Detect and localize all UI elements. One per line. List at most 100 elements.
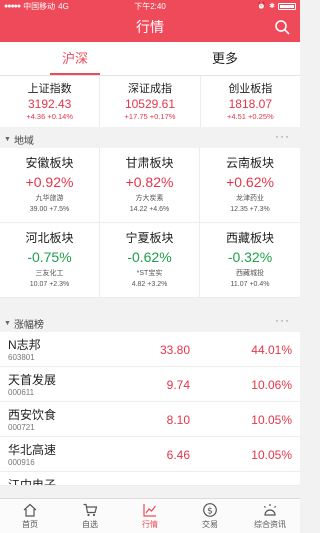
cart-icon xyxy=(83,503,98,517)
nav-watchlist[interactable]: 自选 xyxy=(60,499,120,533)
leading-change: +4.6% xyxy=(149,206,170,213)
nav-news[interactable]: 综合资讯 xyxy=(240,499,300,533)
sector-change: -0.62% xyxy=(127,249,172,265)
leading-change: +0.4% xyxy=(249,281,270,288)
section-title: 涨幅榜 xyxy=(13,319,44,331)
sector-card[interactable]: 安徽板块 +0.92% 九华旅游 39.00 +7.5% xyxy=(0,148,100,223)
nav-label: 自选 xyxy=(82,520,98,529)
gainers-list: N志邦 603801 33.80 44.01% 天首发展 000611 9.74… xyxy=(0,332,300,486)
leading-price: 11.07 xyxy=(230,281,248,288)
list-item[interactable]: N志邦 603801 33.80 44.01% xyxy=(0,332,300,367)
index-value: 1818.07 xyxy=(228,97,273,111)
leading-change: +7.5% xyxy=(49,206,70,213)
more-options-icon[interactable]: ··· xyxy=(275,130,290,142)
index-summary: 上证指数 3192.43 +4.36 +0.14% 深证成指 10529.61 … xyxy=(0,76,300,127)
leading-price: 12.35 xyxy=(230,206,248,213)
stock-name: 华北高速 xyxy=(8,443,57,457)
leading-price: 39.00 xyxy=(29,206,48,213)
index-name: 创业板指 xyxy=(228,83,273,95)
index-card-shenzhen[interactable]: 深证成指 10529.61 +17.75 +0.17% xyxy=(100,76,201,127)
gainers-section-header[interactable]: ▼ 涨幅榜 ··· xyxy=(0,314,300,332)
index-change: +4.36 +0.14% xyxy=(26,112,74,121)
battery-icon xyxy=(278,2,296,10)
nav-label: 综合资讯 xyxy=(254,520,286,529)
stock-change-percent: 10.05% xyxy=(251,448,292,462)
stock-code: 000721 xyxy=(8,423,35,432)
sector-name: 安徽板块 xyxy=(25,156,74,170)
app-header: ●●●●● 中国移动 4G 下午2:40 ⏰ ✱ 行情 xyxy=(0,0,300,42)
sector-card[interactable]: 宁夏板块 -0.62% *ST宝实 4.82 +3.2% xyxy=(100,223,200,298)
sector-name: 河北板块 xyxy=(25,231,74,245)
tab-shanghai-shenzhen[interactable]: 沪深 xyxy=(0,42,150,75)
more-options-icon[interactable]: ··· xyxy=(275,314,290,326)
tab-more[interactable]: 更多 xyxy=(150,42,300,75)
index-value: 3192.43 xyxy=(27,97,72,111)
sector-change: +0.62% xyxy=(226,174,274,190)
index-name: 上证指数 xyxy=(27,83,72,95)
sector-card[interactable]: 云南板块 +0.62% 龙津药业 12.35 +7.3% xyxy=(200,148,300,223)
sector-name: 宁夏板块 xyxy=(125,231,174,245)
nav-label: 行情 xyxy=(142,520,158,529)
clock: 下午2:40 xyxy=(134,2,166,11)
index-change: +4.51 +0.25% xyxy=(226,112,274,121)
leading-stock: 西藏城投 xyxy=(236,270,264,277)
stock-price: 6.46 xyxy=(166,448,190,462)
collapse-caret-icon: ▼ xyxy=(4,319,11,327)
status-bar: ●●●●● 中国移动 4G 下午2:40 ⏰ ✱ xyxy=(0,0,300,12)
sector-card[interactable]: 西藏板块 -0.32% 西藏城投 11.07 +0.4% xyxy=(200,223,300,298)
list-item[interactable]: 华北高速 000916 6.46 10.05% xyxy=(0,437,300,472)
stock-change-percent: 44.01% xyxy=(251,343,292,357)
sector-name: 云南板块 xyxy=(225,156,274,170)
leading-stock: 九华旅游 xyxy=(35,195,64,202)
list-item[interactable]: 天首发展 000611 9.74 10.06% xyxy=(0,367,300,402)
index-card-chinext[interactable]: 创业板指 1818.07 +4.51 +0.25% xyxy=(201,76,300,127)
market-tabs: 沪深 更多 xyxy=(0,42,300,76)
search-icon[interactable] xyxy=(274,19,290,35)
sector-change: +0.82% xyxy=(125,174,174,190)
leading-price: 14.22 xyxy=(129,206,148,213)
leading-change: +2.3% xyxy=(49,281,70,288)
sector-name: 西藏板块 xyxy=(225,231,274,245)
index-name: 深证成指 xyxy=(127,83,172,95)
stock-name: 西安饮食 xyxy=(8,408,57,422)
leading-change: +3.2% xyxy=(147,281,168,288)
stock-code: 000916 xyxy=(8,458,35,467)
sector-card[interactable]: 河北板块 -0.75% 三友化工 10.07 +2.3% xyxy=(0,223,100,298)
nav-label: 交易 xyxy=(202,520,218,529)
sector-change: -0.32% xyxy=(227,249,273,265)
stock-name: 天首发展 xyxy=(8,373,57,387)
nav-home[interactable]: 首页 xyxy=(0,499,60,533)
stock-price: 9.74 xyxy=(166,378,190,392)
stock-price: 8.10 xyxy=(166,413,190,427)
list-item[interactable]: 江中电子 xyxy=(0,472,300,486)
leading-stock: 三友化工 xyxy=(35,270,64,277)
collapse-caret-icon: ▼ xyxy=(4,135,11,143)
nav-trade[interactable]: $ 交易 xyxy=(180,499,240,533)
list-item[interactable]: 西安饮食 000721 8.10 10.05% xyxy=(0,402,300,437)
stock-code: 603801 xyxy=(8,353,35,362)
leading-stock: *ST宝实 xyxy=(136,270,163,277)
sector-name: 甘肃板块 xyxy=(125,156,174,170)
sector-card[interactable]: 甘肃板块 +0.82% 方大炭素 14.22 +4.6% xyxy=(100,148,200,223)
trend-icon xyxy=(143,504,156,517)
stock-name: 江中电子 xyxy=(8,478,57,486)
page-title: 行情 xyxy=(136,19,164,35)
stock-code: 000611 xyxy=(8,388,35,397)
index-change: +17.75 +0.17% xyxy=(124,112,176,121)
svg-text:$: $ xyxy=(207,506,213,516)
leading-price: 10.07 xyxy=(29,281,48,288)
nav-market[interactable]: 行情 xyxy=(120,499,180,533)
section-title: 地域 xyxy=(13,135,34,147)
nav-label: 首页 xyxy=(22,520,38,529)
sector-change: +0.92% xyxy=(25,174,74,190)
index-card-shanghai[interactable]: 上证指数 3192.43 +4.36 +0.14% xyxy=(0,76,101,127)
sector-grid: 安徽板块 +0.92% 九华旅游 39.00 +7.5% 甘肃板块 +0.82%… xyxy=(0,148,300,298)
sector-section-header[interactable]: ▼ 地域 ··· xyxy=(0,130,300,148)
home-icon xyxy=(23,503,37,517)
leading-change: +7.3% xyxy=(249,206,270,213)
index-value: 10529.61 xyxy=(124,97,176,111)
stock-change-percent: 10.05% xyxy=(251,413,292,427)
stock-change-percent: 10.06% xyxy=(251,378,292,392)
leading-stock: 龙津药业 xyxy=(236,195,264,202)
stock-price: 33.80 xyxy=(159,343,190,357)
